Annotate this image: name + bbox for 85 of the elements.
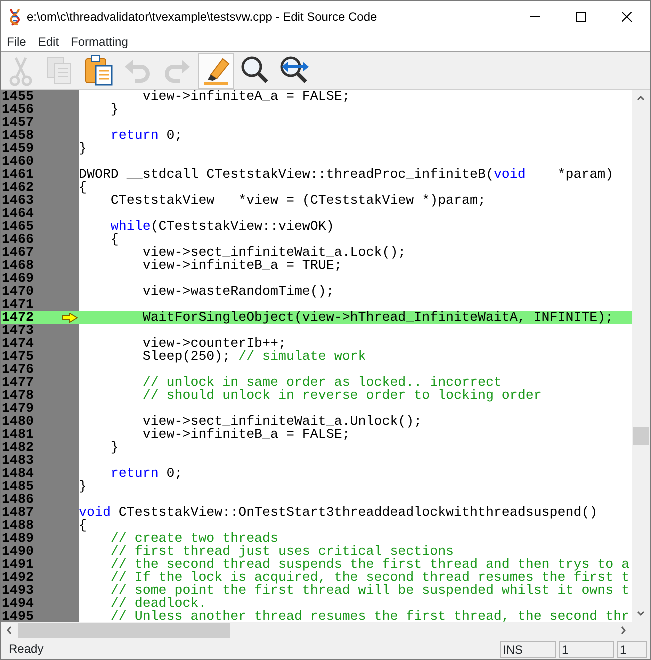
code-line: return 0; bbox=[110, 467, 184, 480]
line-number: 1494 bbox=[1, 597, 34, 610]
line-number: 1470 bbox=[1, 285, 34, 298]
line-number: 1483 bbox=[1, 454, 34, 467]
code-line: view->counterIb++; bbox=[142, 337, 286, 350]
line-number: 1484 bbox=[1, 467, 34, 480]
code-line: { bbox=[79, 181, 88, 194]
insert-mode-indicator: INS bbox=[500, 640, 556, 658]
line-number: 1478 bbox=[1, 389, 34, 402]
line-indicator: 1 bbox=[559, 640, 614, 658]
line-number: 1456 bbox=[1, 103, 34, 116]
code-line: // Unless another thread resumes the first thread, the second thr bbox=[110, 610, 631, 622]
line-number: 1457 bbox=[1, 116, 34, 129]
line-number: 1466 bbox=[1, 233, 34, 246]
code-line: DWORD __stdcall CTeststakView::threadProc_infiniteB(void *param) bbox=[79, 168, 615, 181]
menu-item[interactable]: Formatting bbox=[65, 33, 134, 51]
code-line: CTeststakView *view = (CTeststakView *)param; bbox=[110, 194, 487, 207]
line-number: 1465 bbox=[1, 220, 34, 233]
line-number: 1464 bbox=[1, 207, 34, 220]
status-message: Ready bbox=[8, 641, 45, 658]
line-number: 1491 bbox=[1, 558, 34, 571]
line-number: 1468 bbox=[1, 259, 34, 272]
line-number: 1469 bbox=[1, 272, 34, 285]
line-number: 1461 bbox=[1, 168, 34, 181]
code-line: view->wasteRandomTime(); bbox=[142, 285, 336, 298]
maximize-icon bbox=[576, 12, 586, 22]
code-line: { bbox=[110, 233, 120, 246]
line-number: 1495 bbox=[1, 610, 34, 622]
line-number: 1475 bbox=[1, 350, 34, 363]
code-line: // the second thread suspends the first thread and then trys to a bbox=[110, 558, 631, 571]
line-number: 1485 bbox=[1, 480, 34, 493]
menu-item[interactable]: File bbox=[1, 33, 32, 51]
scroll-thumb[interactable] bbox=[633, 427, 649, 445]
column-indicator: 1 bbox=[617, 640, 647, 658]
code-line: // first thread just uses critical sections bbox=[110, 545, 454, 558]
line-number: 1479 bbox=[1, 402, 34, 415]
line-number: 1490 bbox=[1, 545, 34, 558]
line-number: 1493 bbox=[1, 584, 34, 597]
app-icon bbox=[9, 8, 21, 26]
window-title: e:\om\c\threadvalidator\tvexample\testsvw.cpp - Edit Source Code bbox=[27, 9, 378, 26]
code-line: view->infiniteA_a = FALSE; bbox=[142, 90, 352, 103]
code-line: while(CTeststakView::viewOK) bbox=[110, 220, 336, 233]
code-line: // should unlock in reverse order to locking order bbox=[142, 389, 543, 402]
highlighter-button[interactable] bbox=[198, 52, 234, 88]
scroll-thumb[interactable] bbox=[18, 623, 230, 638]
line-number: 1462 bbox=[1, 181, 34, 194]
code-line: Sleep(250); // simulate work bbox=[142, 350, 368, 363]
code-line: // If the lock is acquired, the second thread resumes the first t bbox=[110, 571, 631, 584]
code-line: // some point the first thread will be suspended whilst it owns t bbox=[110, 584, 631, 597]
line-number: 1488 bbox=[1, 519, 34, 532]
code-line: } bbox=[110, 103, 120, 116]
line-number: 1459 bbox=[1, 142, 34, 155]
line-number: 1471 bbox=[1, 298, 34, 311]
code-line: } bbox=[79, 142, 88, 155]
line-number: 1474 bbox=[1, 337, 34, 350]
line-number: 1455 bbox=[1, 90, 34, 103]
code-line: // create two threads bbox=[110, 532, 280, 545]
line-number: 1473 bbox=[1, 324, 34, 337]
line-number: 1467 bbox=[1, 246, 34, 259]
code-line: return 0; bbox=[110, 129, 184, 142]
code-line: } bbox=[110, 441, 120, 454]
line-number: 1472 bbox=[1, 311, 34, 324]
code-line: view->infiniteB_a = FALSE; bbox=[142, 428, 350, 441]
code-line: void CTeststakView::OnTestStart3threaddeadlockwiththreadsuspend() bbox=[79, 506, 599, 519]
line-number: 1463 bbox=[1, 194, 34, 207]
code-line: // deadlock. bbox=[110, 597, 207, 610]
line-number: 1487 bbox=[1, 506, 34, 519]
code-line: view->sect_infiniteWait_a.Unlock(); bbox=[142, 415, 424, 428]
code-line: view->sect_infiniteWait_a.Lock(); bbox=[142, 246, 408, 259]
line-number: 1476 bbox=[1, 363, 34, 376]
line-number: 1492 bbox=[1, 571, 34, 584]
code-line: { bbox=[79, 519, 88, 532]
line-number: 1480 bbox=[1, 415, 34, 428]
code-line: // unlock in same order as locked.. incorrect bbox=[142, 376, 502, 389]
menu-item[interactable]: Edit bbox=[32, 33, 66, 51]
line-number: 1458 bbox=[1, 129, 34, 142]
code-line: view->infiniteB_a = TRUE; bbox=[142, 259, 342, 272]
line-number: 1489 bbox=[1, 532, 34, 545]
line-number: 1460 bbox=[1, 155, 34, 168]
close-icon bbox=[622, 12, 632, 22]
line-number: 1482 bbox=[1, 441, 34, 454]
code-line: } bbox=[79, 480, 88, 493]
line-number: 1486 bbox=[1, 493, 34, 506]
line-number: 1477 bbox=[1, 376, 34, 389]
line-number: 1481 bbox=[1, 428, 34, 441]
